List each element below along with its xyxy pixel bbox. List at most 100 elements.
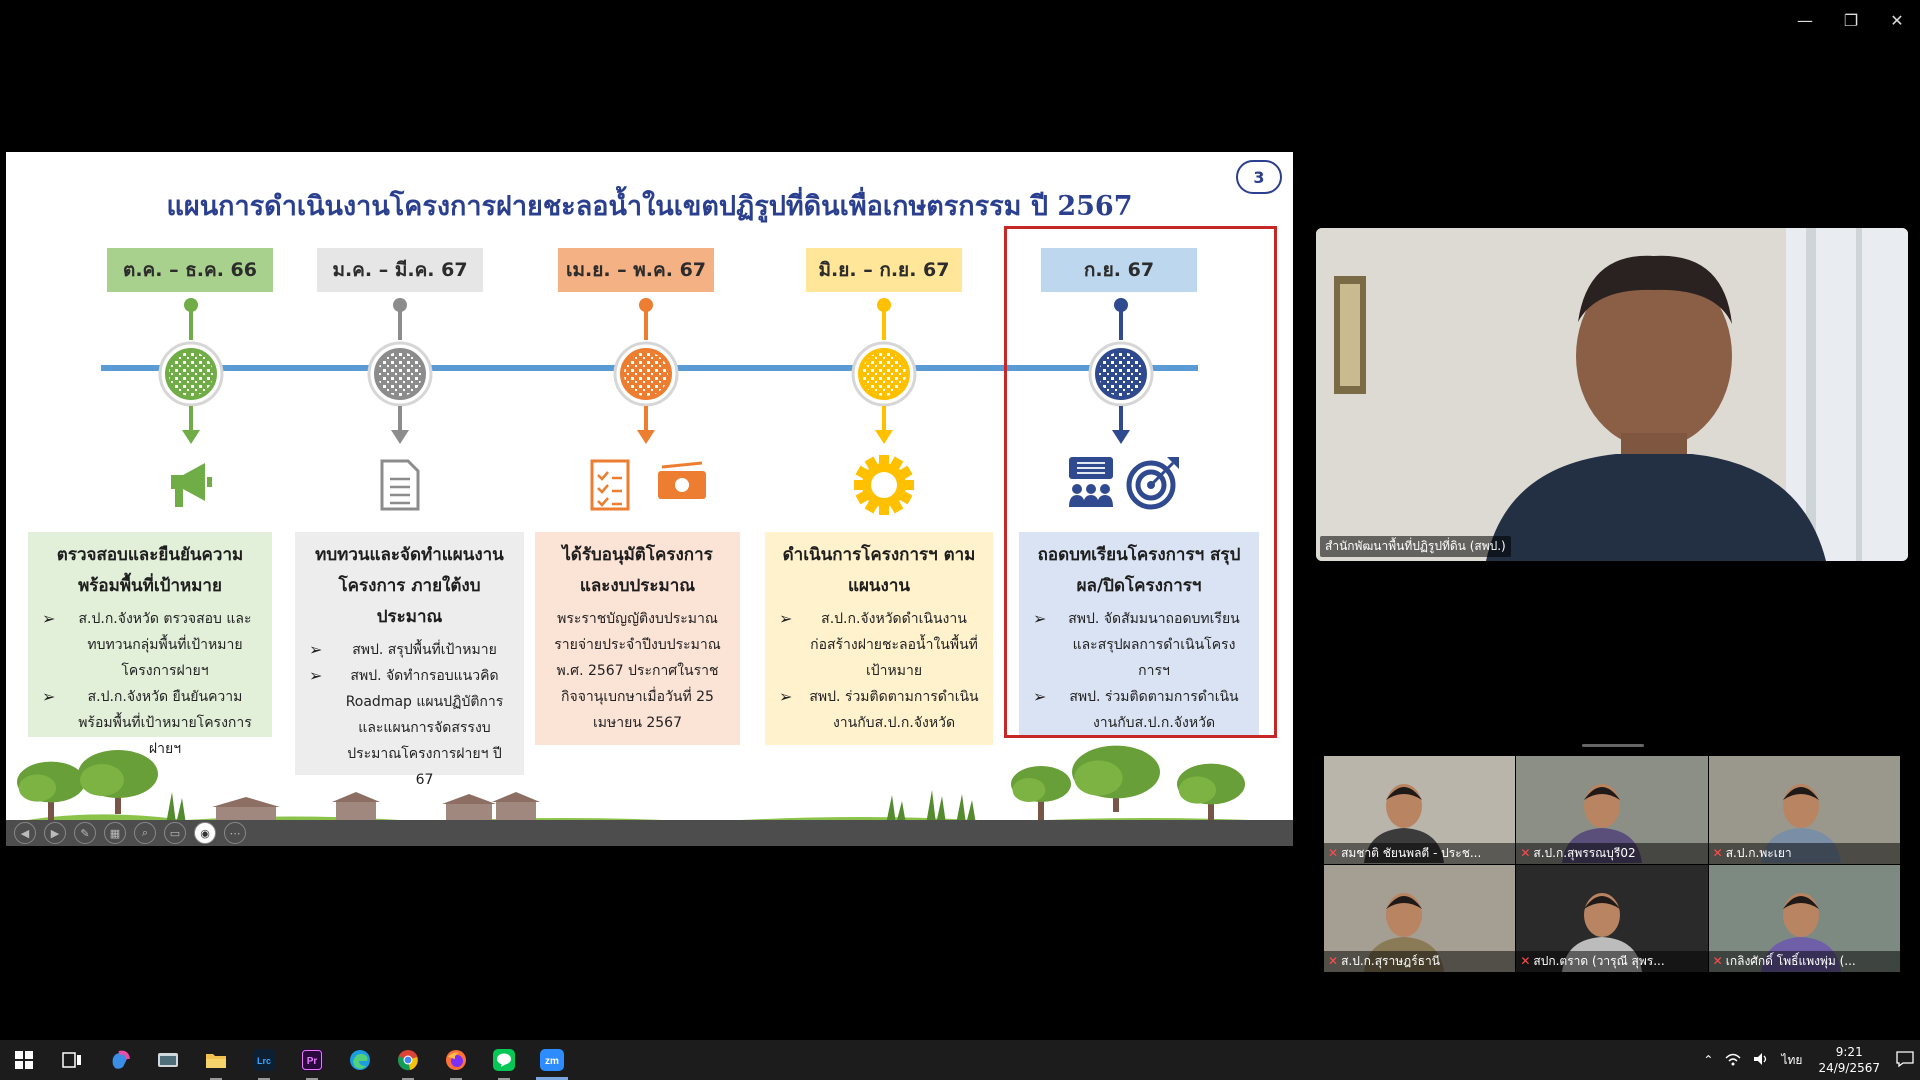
current-stage-highlight	[1004, 226, 1277, 738]
stage-card-bullet: ส.ป.ก.จังหวัดดำเนินงานก่อสร้างฝายชะลอน้ำ…	[779, 606, 979, 684]
stage-period-label: ม.ค. – มี.ค. 67	[317, 248, 483, 292]
clock-time: 9:21	[1835, 1045, 1863, 1059]
stage-card-bullet: ส.ป.ก.จังหวัด ยืนยันความพร้อมพื้นที่เป้า…	[42, 684, 258, 762]
stage-card-bullets: ส.ป.ก.จังหวัดดำเนินงานก่อสร้างฝายชะลอน้ำ…	[779, 606, 979, 736]
stage-card: ดำเนินการโครงการฯ ตามแผนงานส.ป.ก.จังหวัด…	[765, 532, 993, 745]
participant-name-text: สปก.ตราด (วารุณี สุพร...	[1533, 954, 1665, 968]
wifi-icon[interactable]	[1725, 1052, 1741, 1069]
muted-mic-icon: ✕	[1712, 954, 1723, 968]
participant-grid: ✕ สมชาติ ชัยนพลตี - ประช... ✕ ส.ป.ก.สุพรรณบ…	[1324, 756, 1900, 972]
stage-card-bullet: สพป. สรุปพื้นที่เป้าหมาย	[309, 637, 510, 663]
clock-date: 24/9/2567	[1818, 1061, 1880, 1075]
participant-name-text: ส.ป.ก.พะเยา	[1725, 845, 1792, 860]
chevron-up-icon[interactable]: ⌃	[1703, 1053, 1713, 1067]
participant-name-text: ส.ป.ก.สุพรรณบุรี02	[1533, 845, 1636, 860]
stage-card-heading: ได้รับอนุมัติโครงการและงบประมาณ	[562, 545, 713, 596]
stage-card-bullet: สพป. ร่วมติดตามการดำเนินงานกับส.ป.ก.จังห…	[779, 684, 979, 736]
participant-name: ✕ เกลิงศักดิ์ โพธิ์แพงพุ่ม (...	[1708, 951, 1900, 972]
stage-period-label: ต.ค. – ธ.ค. 66	[107, 248, 273, 292]
participant-name-text: ส.ป.ก.สุราษฎร์ธานี	[1341, 954, 1440, 968]
participant-name-text: เกลิงศักดิ์ โพธิ์แพงพุ่ม (...	[1725, 954, 1856, 968]
camera-icon[interactable]: ◉	[194, 822, 216, 844]
timeline-node	[613, 298, 679, 444]
edge-icon[interactable]	[336, 1040, 384, 1080]
shared-slide: แผนการดำเนินงานโครงการฝายชะลอน้ำในเขตปฏิ…	[6, 152, 1293, 846]
checklist-icon	[590, 459, 630, 511]
firefox-icon[interactable]	[432, 1040, 480, 1080]
money-icon	[658, 461, 706, 499]
stage-period-label: มิ.ย. – ก.ย. 67	[806, 248, 962, 292]
participant-name: ✕ สมชาติ ชัยนพลตี - ประช...	[1324, 842, 1516, 864]
slide-toolbar: ◀ ▶ ✎ ▦ ⌕ ▭ ◉ ⋯	[6, 820, 1293, 846]
slides-icon[interactable]: ▦	[104, 822, 126, 844]
explorer-icon[interactable]	[144, 1040, 192, 1080]
participant-name: ✕ ส.ป.ก.สุราษฎร์ธานี	[1324, 951, 1516, 972]
zoom-icon[interactable]: ⌕	[134, 822, 156, 844]
notification-icon[interactable]	[1896, 1050, 1914, 1070]
stage-card: ทบทวนและจัดทำแผนงานโครงการ ภายใต้งบประมา…	[295, 532, 524, 788]
subtitle-icon[interactable]: ▭	[164, 822, 186, 844]
muted-mic-icon: ✕	[1328, 845, 1339, 860]
file-folder-icon[interactable]	[192, 1040, 240, 1080]
close-icon[interactable]: ✕	[1874, 6, 1920, 34]
stage-card-bullets: ส.ป.ก.จังหวัด ตรวจสอบ และทบทวนกลุ่มพื้นท…	[42, 606, 258, 762]
system-tray: ⌃ ไทย 9:21 24/9/2567	[1697, 1040, 1920, 1080]
stage-card: ตรวจสอบและยืนยันความพร้อมพื้นที่เป้าหมาย…	[28, 532, 272, 757]
participant-tile[interactable]: ✕ ส.ป.ก.สุราษฎร์ธานี	[1324, 864, 1516, 972]
chrome-icon[interactable]	[384, 1040, 432, 1080]
stage-card-heading: ทบทวนและจัดทำแผนงานโครงการ ภายใต้งบประมา…	[315, 545, 504, 627]
participant-name: ✕ สปก.ตราด (วารุณี สุพร...	[1516, 951, 1708, 972]
stage-period-label: เม.ย. – พ.ค. 67	[558, 248, 714, 292]
speaker-name-label: สำนักพัฒนาพื้นที่ปฏิรูปที่ดิน (สพป.)	[1320, 536, 1511, 557]
muted-mic-icon: ✕	[1520, 954, 1531, 968]
prev-icon[interactable]: ◀	[14, 822, 36, 844]
line-icon[interactable]	[480, 1040, 528, 1080]
windows-taskbar: Lrc Pr zm ⌃ ไทย 9:21 24/9/2567	[0, 1040, 1920, 1080]
lightroom-icon[interactable]: Lrc	[240, 1040, 288, 1080]
megaphone-icon	[171, 463, 212, 507]
stage-card-bullet: สพป. จัดทำกรอบแนวคิด Roadmap แผนปฏิบัติก…	[309, 663, 510, 793]
pen-icon[interactable]: ✎	[74, 822, 96, 844]
participant-tile[interactable]: ✕ ส.ป.ก.พะเยา	[1708, 756, 1900, 864]
zoom-label: zm	[545, 1056, 559, 1067]
lightroom-label: Lrc	[257, 1056, 271, 1066]
stage-card-heading: ดำเนินการโครงการฯ ตามแผนงาน	[782, 545, 976, 596]
participant-tile[interactable]: ✕ สมชาติ ชัยนพลตี - ประช...	[1324, 756, 1516, 864]
system-clock[interactable]: 9:21 24/9/2567	[1818, 1044, 1880, 1076]
panel-resize-handle[interactable]	[1582, 744, 1644, 747]
stage-card-text: พระราชบัญญัติงบประมาณรายจ่ายประจำปีงบประ…	[554, 611, 721, 731]
premiere-icon[interactable]: Pr	[288, 1040, 336, 1080]
stage-card-heading: ตรวจสอบและยืนยันความพร้อมพื้นที่เป้าหมาย	[56, 545, 244, 596]
restore-icon[interactable]: ❐	[1828, 6, 1874, 34]
window-controls: — ❐ ✕	[1782, 6, 1920, 34]
muted-mic-icon: ✕	[1712, 845, 1723, 860]
participant-tile[interactable]: ✕ เกลิงศักดิ์ โพธิ์แพงพุ่ม (...	[1708, 864, 1900, 972]
language-indicator[interactable]: ไทย	[1781, 1051, 1802, 1070]
participant-name-text: สมชาติ ชัยนพลตี - ประช...	[1341, 845, 1482, 860]
gear-icon	[854, 455, 914, 515]
participant-name: ✕ ส.ป.ก.สุพรรณบุรี02	[1516, 842, 1708, 864]
windows-start-icon[interactable]	[0, 1040, 48, 1080]
zoom-icon[interactable]: zm	[528, 1040, 576, 1080]
speaker-video[interactable]: สำนักพัฒนาพื้นที่ปฏิรูปที่ดิน (สพป.)	[1316, 228, 1908, 561]
minimize-icon[interactable]: —	[1782, 6, 1828, 34]
timeline-node	[851, 298, 917, 444]
stage-card-bullet: ส.ป.ก.จังหวัด ตรวจสอบ และทบทวนกลุ่มพื้นท…	[42, 606, 258, 684]
timeline-node	[158, 298, 224, 444]
stage-card-bullets: สพป. สรุปพื้นที่เป้าหมายสพป. จัดทำกรอบแน…	[309, 637, 510, 793]
participant-name: ✕ ส.ป.ก.พะเยา	[1708, 842, 1900, 864]
speaker-image	[1316, 228, 1908, 561]
speaker-volume-icon[interactable]	[1753, 1052, 1769, 1069]
next-icon[interactable]: ▶	[44, 822, 66, 844]
document-icon	[380, 459, 420, 511]
muted-mic-icon: ✕	[1328, 954, 1339, 968]
timeline-node	[367, 298, 433, 444]
desktop-screen: — ❐ ✕ แผนการดำเนินงานโครงการฝายชะลอน้ำใน…	[0, 0, 1920, 1080]
copilot-icon[interactable]	[96, 1040, 144, 1080]
more-icon[interactable]: ⋯	[224, 822, 246, 844]
muted-mic-icon: ✕	[1520, 845, 1531, 860]
task-view-icon[interactable]	[48, 1040, 96, 1080]
participant-tile[interactable]: ✕ ส.ป.ก.สุพรรณบุรี02	[1516, 756, 1708, 864]
stage-card: ได้รับอนุมัติโครงการและงบประมาณพระราชบัญ…	[535, 532, 740, 745]
participant-tile[interactable]: ✕ สปก.ตราด (วารุณี สุพร...	[1516, 864, 1708, 972]
